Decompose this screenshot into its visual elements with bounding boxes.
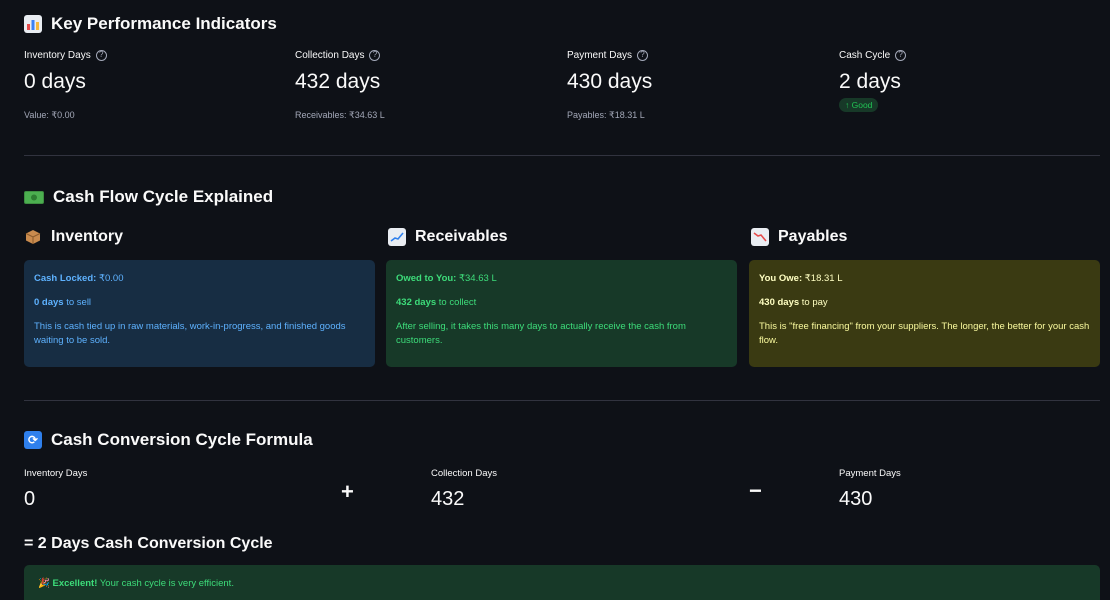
kpi-label: Collection Days: [295, 49, 365, 61]
card-line2-rest: to pay: [801, 297, 828, 308]
kpi-label: Payment Days: [567, 49, 633, 61]
kpi-inventory-days: Inventory Days? 0 days Value: ₹0.00: [24, 49, 284, 120]
cycle-section-title: Cash Flow Cycle Explained: [24, 187, 273, 207]
delta-badge: ↑ Good: [839, 98, 879, 112]
payables-heading: Payables: [751, 228, 847, 246]
card-line1-value: ₹34.63 L: [458, 273, 497, 284]
chart-decreasing-icon: [751, 228, 769, 246]
formula-value: 0: [24, 488, 36, 510]
receivables-card: Owed to You: ₹34.63 L 432 days to collec…: [386, 260, 737, 367]
help-icon[interactable]: ?: [369, 49, 381, 61]
formula-value: 430: [839, 488, 873, 510]
kpi-section-title: Key Performance Indicators: [24, 14, 277, 34]
receivables-heading: Receivables: [388, 228, 508, 246]
card-line2-rest: to collect: [438, 297, 477, 308]
plus-operator: +: [341, 479, 354, 504]
formula-label: Inventory Days: [24, 468, 88, 479]
payables-heading-text: Payables: [778, 228, 848, 245]
kpi-sub: Receivables: ₹34.63 L: [295, 110, 385, 120]
card-line1-label: Owed to You:: [396, 273, 457, 284]
chart-increasing-icon: [388, 228, 406, 246]
help-icon[interactable]: ?: [637, 49, 649, 61]
help-icon[interactable]: ?: [95, 49, 107, 61]
kpi-title-text: Key Performance Indicators: [51, 14, 277, 33]
message-bold: Excellent!: [52, 578, 98, 589]
bar-chart-icon: [24, 15, 42, 33]
card-description: This is "free financing" from your suppl…: [759, 321, 1090, 346]
inventory-card: Cash Locked: ₹0.00 0 days to sell This i…: [24, 260, 375, 367]
message-text: Your cash cycle is very efficient.: [99, 578, 234, 589]
divider: [24, 400, 1100, 401]
kpi-label: Cash Cycle: [839, 49, 891, 61]
card-line1-value: ₹18.31 L: [804, 273, 843, 284]
help-icon[interactable]: ?: [895, 49, 907, 61]
formula-label: Payment Days: [839, 468, 901, 479]
card-line2-bold: 0 days: [34, 297, 64, 308]
money-icon: [24, 190, 44, 204]
formula-section-title: ⟳ Cash Conversion Cycle Formula: [24, 430, 313, 450]
card-description: After selling, it takes this many days t…: [396, 321, 686, 346]
minus-operator: −: [749, 478, 762, 503]
cycle-title-text: Cash Flow Cycle Explained: [53, 187, 274, 206]
receivables-heading-text: Receivables: [415, 228, 508, 245]
formula-payment-days: Payment Days 430: [839, 468, 901, 511]
kpi-value: 430 days: [567, 70, 653, 93]
inventory-heading-text: Inventory: [51, 228, 124, 245]
formula-label: Collection Days: [431, 468, 497, 479]
card-line1-label: Cash Locked:: [34, 273, 97, 284]
divider: [24, 155, 1100, 156]
formula-collection-days: Collection Days 432: [431, 468, 497, 511]
success-message: 🎉 Excellent! Your cash cycle is very eff…: [24, 565, 1100, 600]
card-line2-bold: 432 days: [396, 297, 437, 308]
kpi-label: Inventory Days: [24, 49, 91, 61]
kpi-payment-days: Payment Days? 430 days Payables: ₹18.31 …: [567, 49, 827, 120]
formula-title-text: Cash Conversion Cycle Formula: [51, 430, 313, 449]
party-popper-icon: 🎉: [38, 578, 50, 589]
kpi-sub: Value: ₹0.00: [24, 110, 75, 120]
kpi-sub: Payables: ₹18.31 L: [567, 110, 645, 120]
formula-value: 432: [431, 488, 465, 510]
kpi-value: 432 days: [295, 70, 381, 93]
card-line1-label: You Owe:: [759, 273, 803, 284]
kpi-value: 0 days: [24, 70, 86, 93]
card-line2-rest: to sell: [66, 297, 92, 308]
package-icon: [24, 228, 42, 246]
payables-card: You Owe: ₹18.31 L 430 days to pay This i…: [749, 260, 1100, 367]
card-line2-bold: 430 days: [759, 297, 800, 308]
kpi-value: 2 days: [839, 70, 901, 93]
card-line1-value: ₹0.00: [98, 273, 124, 284]
inventory-heading: Inventory: [24, 228, 123, 246]
card-description: This is cash tied up in raw materials, w…: [34, 321, 346, 346]
kpi-cash-cycle: Cash Cycle? 2 days ↑ Good: [839, 49, 1099, 112]
cycle-arrows-icon: ⟳: [24, 431, 42, 449]
cash-flow-dashboard: Key Performance Indicators Inventory Day…: [0, 0, 1110, 600]
result-line: = 2 Days Cash Conversion Cycle: [24, 535, 273, 552]
kpi-collection-days: Collection Days? 432 days Receivables: ₹…: [295, 49, 555, 120]
formula-inventory-days: Inventory Days 0: [24, 468, 87, 511]
